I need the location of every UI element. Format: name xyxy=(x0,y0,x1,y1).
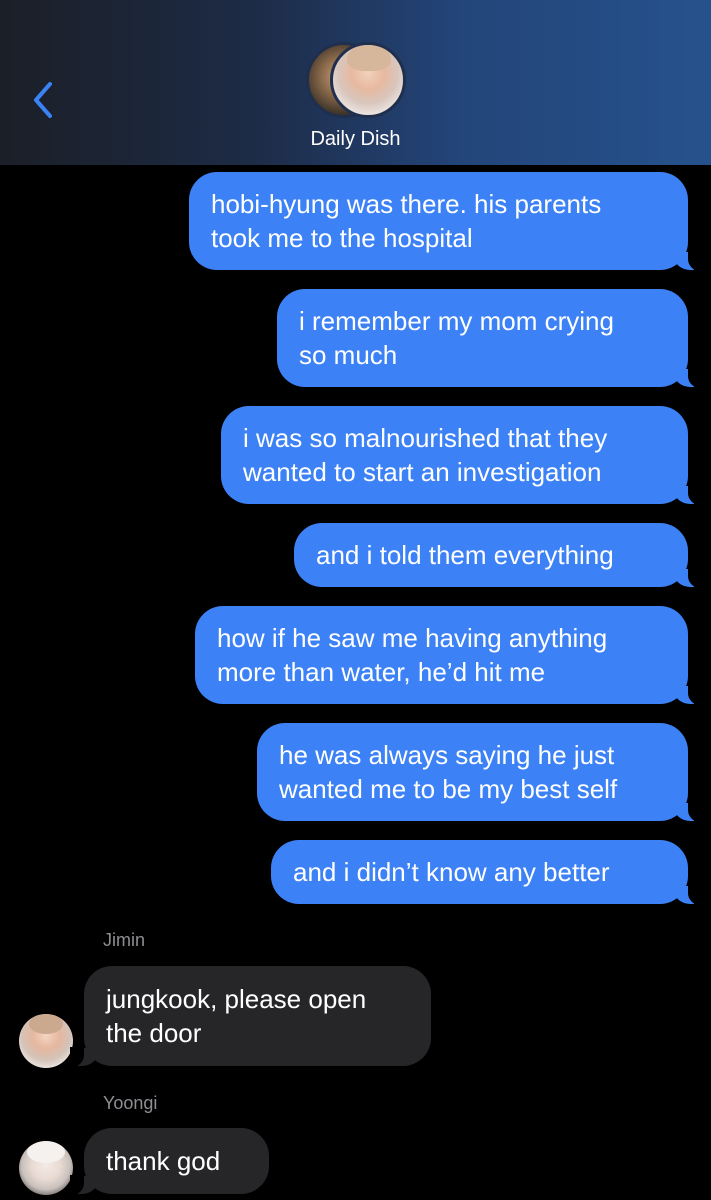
outgoing-message[interactable]: hobi-hyung was there. his parents took m… xyxy=(189,172,702,271)
conversation-title[interactable]: Daily Dish xyxy=(0,128,711,151)
message-text: how if he saw me having anything more th… xyxy=(217,623,608,687)
outgoing-message[interactable]: and i didn’t know any better xyxy=(271,840,702,905)
message-text: thank god xyxy=(106,1146,221,1176)
sender-name: Yoongi xyxy=(103,1093,158,1113)
outgoing-message[interactable]: how if he saw me having anything more th… xyxy=(195,606,702,705)
message-text: and i told them everything xyxy=(316,540,614,570)
message-text: hobi-hyung was there. his parents took m… xyxy=(211,189,602,253)
incoming-message[interactable]: jungkook, please open the door xyxy=(70,966,431,1067)
avatar[interactable] xyxy=(19,1141,73,1195)
message-text: i remember my mom crying so much xyxy=(299,306,614,370)
incoming-message[interactable]: thank god xyxy=(70,1128,269,1195)
group-avatar-front xyxy=(330,42,406,118)
avatar[interactable] xyxy=(19,1014,73,1068)
message-text: he was always saying he just wanted me t… xyxy=(279,740,618,804)
message-text: jungkook, please open the door xyxy=(106,984,367,1048)
message-text: i was so malnourished that they wanted t… xyxy=(243,423,608,487)
chevron-left-icon xyxy=(34,82,52,118)
group-avatar[interactable] xyxy=(306,42,406,118)
message-text: and i didn’t know any better xyxy=(293,857,610,887)
outgoing-message[interactable]: and i told them everything xyxy=(294,523,702,588)
outgoing-message[interactable]: he was always saying he just wanted me t… xyxy=(257,723,702,822)
back-button[interactable] xyxy=(26,80,66,120)
conversation-header: Daily Dish xyxy=(0,0,711,165)
sender-name: Jimin xyxy=(103,930,146,950)
outgoing-message[interactable]: i was so malnourished that they wanted t… xyxy=(221,406,702,505)
outgoing-message[interactable]: i remember my mom crying so much xyxy=(277,289,702,388)
